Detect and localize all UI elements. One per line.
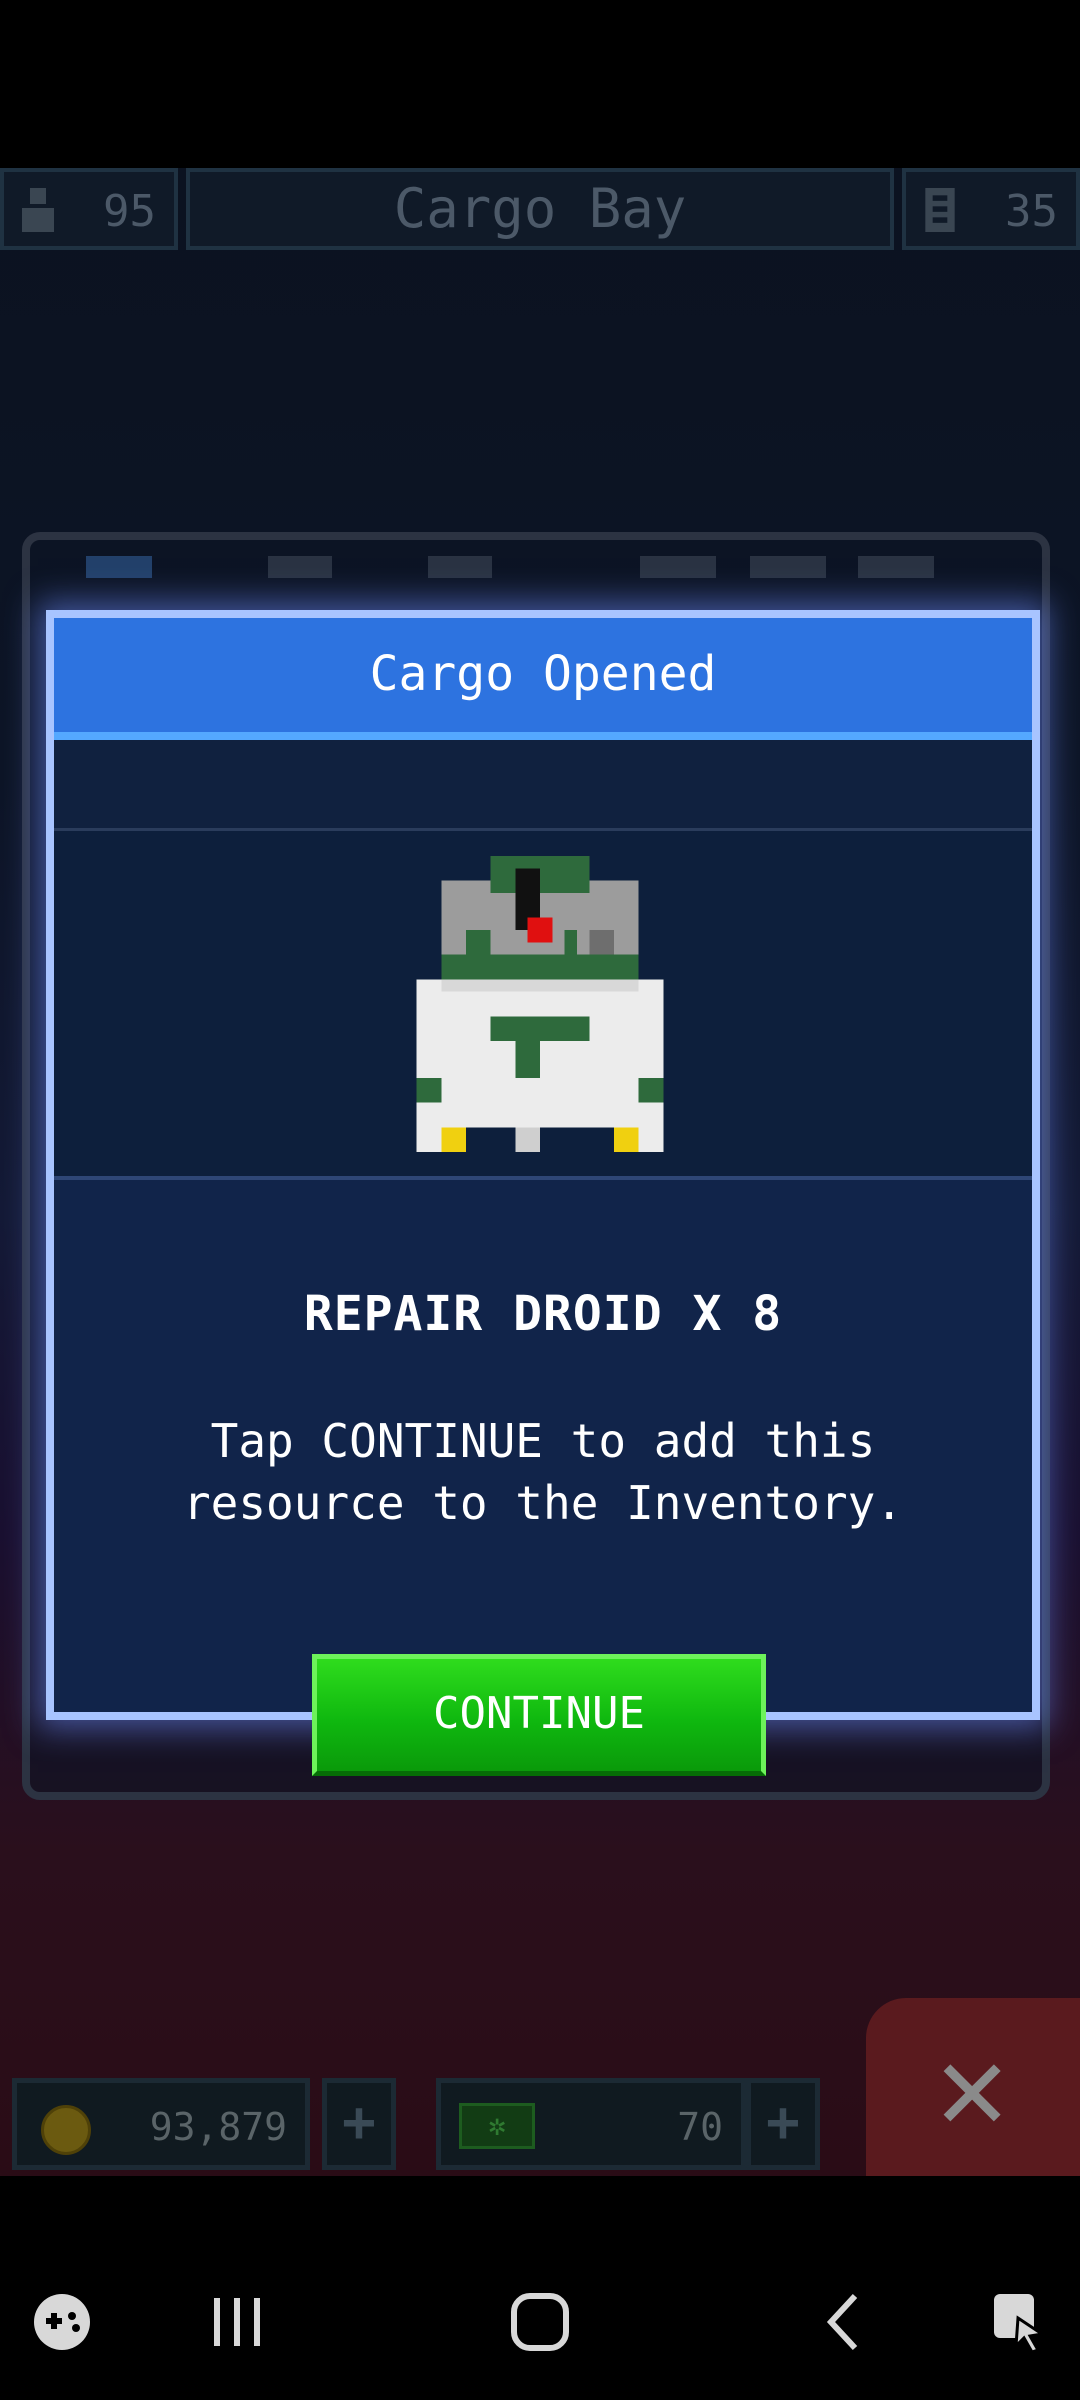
continue-button[interactable]: CONTINUE <box>312 1654 766 1776</box>
back-icon[interactable] <box>818 2290 868 2354</box>
energy-value: 70 <box>677 2105 723 2149</box>
screen-title: Cargo Bay <box>186 168 894 250</box>
energy-counter: ✲ 70 <box>436 2078 746 2170</box>
repair-droid-icon <box>416 856 664 1152</box>
recent-apps-icon[interactable] <box>210 2290 266 2354</box>
crew-icon <box>22 188 54 232</box>
buy-energy-button[interactable]: + <box>746 2078 820 2170</box>
coin-icon <box>41 2105 91 2155</box>
instruction-text: Tap CONTINUE to add this resource to the… <box>182 1414 904 1530</box>
door-icon <box>925 188 955 232</box>
home-icon[interactable] <box>508 2290 572 2354</box>
close-icon: ✕ <box>936 2018 1009 2157</box>
panel-tab <box>640 556 716 578</box>
dialog-divider <box>54 740 1032 828</box>
crew-count: 95 <box>103 186 156 237</box>
door-count: 35 <box>1005 186 1058 237</box>
panel-tab <box>750 556 826 578</box>
panel-tab <box>428 556 492 578</box>
crew-counter[interactable]: 95 <box>0 168 178 250</box>
game-launcher-icon[interactable] <box>30 2290 94 2354</box>
coin-counter: 93,879 <box>12 2078 310 2170</box>
panel-tab <box>858 556 934 578</box>
system-nav-bar <box>0 2176 1080 2400</box>
energy-icon: ✲ <box>459 2103 535 2149</box>
dialog-title: Cargo Opened <box>54 618 1032 740</box>
panel-tab <box>268 556 332 578</box>
screenshot-icon[interactable] <box>990 2290 1050 2354</box>
coin-value: 93,879 <box>149 2105 287 2149</box>
buy-coins-button[interactable]: + <box>322 2078 396 2170</box>
door-counter[interactable]: 35 <box>902 168 1080 250</box>
close-button[interactable]: ✕ <box>866 1998 1080 2176</box>
resource-name: REPAIR DROID X 8 <box>303 1286 783 1342</box>
panel-tab <box>86 556 152 578</box>
